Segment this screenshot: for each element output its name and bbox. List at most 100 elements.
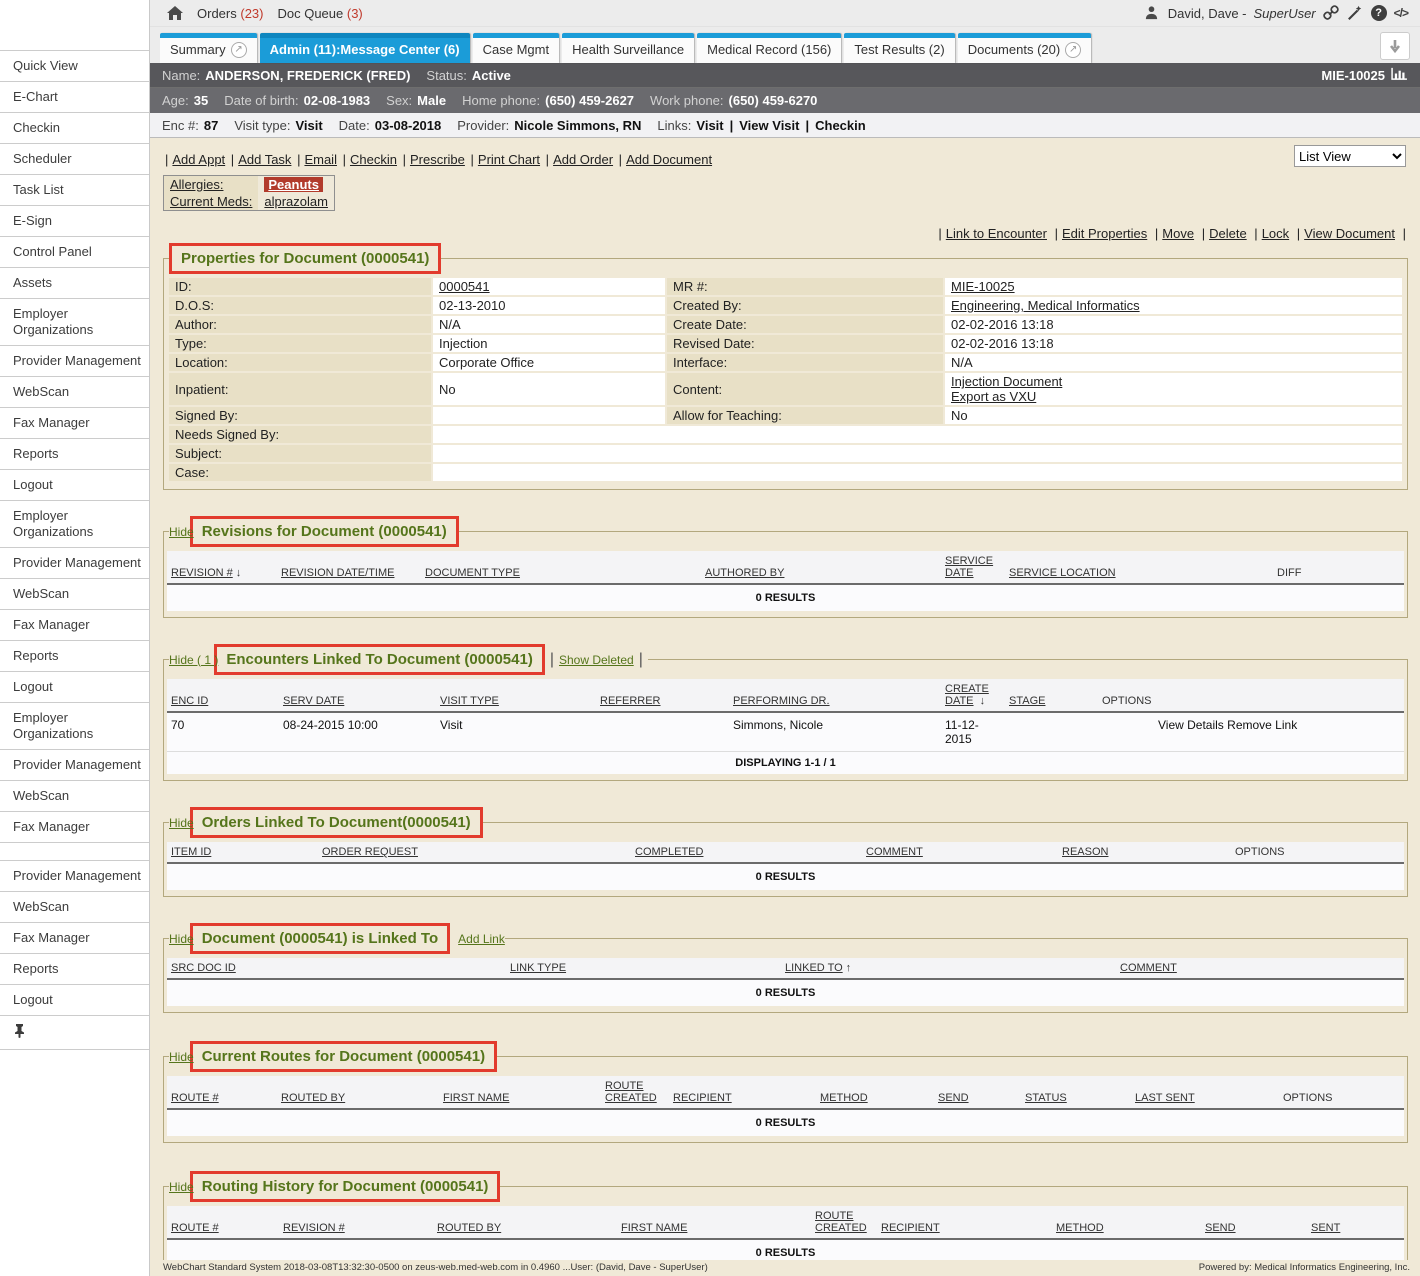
wand-icon[interactable] bbox=[1347, 5, 1364, 22]
med-alprazolam-link[interactable]: alprazolam bbox=[264, 194, 328, 209]
print-chart-link[interactable]: Print Chart bbox=[469, 152, 541, 167]
edit-properties-link[interactable]: Edit Properties bbox=[1051, 226, 1148, 241]
add-appt-link[interactable]: Add Appt bbox=[163, 152, 225, 167]
sidebar-pin-button[interactable] bbox=[0, 1016, 149, 1050]
col-enc-id[interactable]: ENC ID bbox=[171, 695, 208, 707]
col-first-name[interactable]: FIRST NAME bbox=[621, 1222, 687, 1234]
link-icon[interactable] bbox=[1323, 5, 1340, 22]
sidebar-item-provider-management[interactable]: Provider Management bbox=[0, 750, 149, 781]
tab-admin-message-center[interactable]: Admin (11):Message Center (6) bbox=[260, 33, 470, 63]
tab-overflow-button[interactable] bbox=[1380, 32, 1410, 60]
col-service-date[interactable]: SERVICE DATE bbox=[945, 555, 993, 579]
sidebar-item-control-panel[interactable]: Control Panel bbox=[0, 237, 149, 268]
col-last-sent[interactable]: LAST SENT bbox=[1135, 1092, 1195, 1104]
code-icon[interactable]: </> bbox=[1394, 6, 1408, 20]
link-view-visit[interactable]: View Visit bbox=[724, 118, 800, 133]
mr-number-link[interactable]: MIE-10025 bbox=[951, 279, 1015, 294]
col-route-number[interactable]: ROUTE # bbox=[171, 1222, 219, 1234]
col-reason[interactable]: REASON bbox=[1062, 846, 1108, 858]
col-completed[interactable]: COMPLETED bbox=[635, 846, 703, 858]
sidebar-item-provider-management[interactable]: Provider Management bbox=[0, 346, 149, 377]
home-icon[interactable] bbox=[166, 5, 183, 22]
hide-linked-to-link[interactable]: Hide bbox=[169, 932, 194, 946]
col-performing-dr[interactable]: PERFORMING DR. bbox=[733, 695, 830, 707]
popout-icon[interactable]: ↗ bbox=[231, 42, 247, 58]
hide-orders-link[interactable]: Hide bbox=[169, 816, 194, 830]
sidebar-item-e-sign[interactable]: E-Sign bbox=[0, 206, 149, 237]
sidebar-item-logout[interactable]: Logout bbox=[0, 985, 149, 1016]
col-link-type[interactable]: LINK TYPE bbox=[510, 962, 566, 974]
sidebar-item-fax-manager[interactable]: Fax Manager bbox=[0, 812, 149, 843]
hide-encounters-link[interactable]: Hide ( 1 ) bbox=[169, 653, 218, 667]
sidebar-item-employer-organizations[interactable]: Employer Organizations bbox=[0, 501, 149, 548]
allergies-link[interactable]: Allergies: bbox=[170, 177, 223, 192]
sidebar-item-employer-organizations[interactable]: Employer Organizations bbox=[0, 703, 149, 750]
col-sent[interactable]: SENT bbox=[1311, 1222, 1340, 1234]
col-route-created[interactable]: ROUTE CREATED bbox=[815, 1210, 867, 1234]
nav-orders[interactable]: Orders (23) bbox=[197, 6, 263, 21]
col-linked-to[interactable]: LINKED TO bbox=[785, 962, 843, 974]
sidebar-item-e-chart[interactable]: E-Chart bbox=[0, 82, 149, 113]
sidebar-item-webscan[interactable]: WebScan bbox=[0, 377, 149, 408]
email-link[interactable]: Email bbox=[295, 152, 337, 167]
tab-documents[interactable]: Documents (20) ↗ bbox=[958, 33, 1091, 63]
link-checkin[interactable]: Checkin bbox=[799, 118, 865, 133]
injection-document-link[interactable]: Injection Document bbox=[951, 374, 1396, 389]
sidebar-item-logout[interactable]: Logout bbox=[0, 470, 149, 501]
col-item-id[interactable]: ITEM ID bbox=[171, 846, 211, 858]
sidebar-item-webscan[interactable]: WebScan bbox=[0, 781, 149, 812]
col-order-request[interactable]: ORDER REQUEST bbox=[322, 846, 418, 858]
created-by-link[interactable]: Engineering, Medical Informatics bbox=[951, 298, 1140, 313]
sidebar-item-webscan[interactable]: WebScan bbox=[0, 892, 149, 923]
sidebar-item-employer-organizations[interactable]: Employer Organizations bbox=[0, 299, 149, 346]
delete-link[interactable]: Delete bbox=[1198, 226, 1247, 241]
export-as-vxu-link[interactable]: Export as VXU bbox=[951, 389, 1396, 404]
current-meds-link[interactable]: Current Meds: bbox=[170, 194, 252, 209]
popout-icon[interactable]: ↗ bbox=[1065, 42, 1081, 58]
sidebar-item-assets[interactable]: Assets bbox=[0, 268, 149, 299]
col-recipient[interactable]: RECIPIENT bbox=[673, 1092, 732, 1104]
sidebar-item-partial[interactable] bbox=[0, 843, 149, 861]
sidebar-item-reports[interactable]: Reports bbox=[0, 641, 149, 672]
sidebar-item-provider-management[interactable]: Provider Management bbox=[0, 548, 149, 579]
checkin-link[interactable]: Checkin bbox=[341, 152, 397, 167]
link-to-encounter-link[interactable]: Link to Encounter bbox=[934, 226, 1047, 241]
col-route-number[interactable]: ROUTE # bbox=[171, 1092, 219, 1104]
show-deleted-link[interactable]: Show Deleted bbox=[559, 653, 634, 667]
tab-case-mgmt[interactable]: Case Mgmt bbox=[473, 33, 559, 63]
add-link-link[interactable]: Add Link bbox=[458, 932, 505, 946]
link-visit[interactable]: Visit bbox=[696, 118, 723, 133]
sidebar-item-scheduler[interactable]: Scheduler bbox=[0, 144, 149, 175]
col-revision-datetime[interactable]: REVISION DATE/TIME bbox=[281, 567, 394, 579]
hide-revisions-link[interactable]: Hide bbox=[169, 525, 194, 539]
col-method[interactable]: METHOD bbox=[1056, 1222, 1104, 1234]
sidebar-item-reports[interactable]: Reports bbox=[0, 439, 149, 470]
col-first-name[interactable]: FIRST NAME bbox=[443, 1092, 509, 1104]
col-route-created[interactable]: ROUTE CREATED bbox=[605, 1080, 657, 1104]
col-referrer[interactable]: REFERRER bbox=[600, 695, 661, 707]
col-serv-date[interactable]: SERV DATE bbox=[283, 695, 344, 707]
col-service-location[interactable]: SERVICE LOCATION bbox=[1009, 567, 1116, 579]
hide-routes-link[interactable]: Hide bbox=[169, 1050, 194, 1064]
sidebar-item-checkin[interactable]: Checkin bbox=[0, 113, 149, 144]
col-send[interactable]: SEND bbox=[1205, 1222, 1236, 1234]
col-comment[interactable]: COMMENT bbox=[866, 846, 923, 858]
col-stage[interactable]: STAGE bbox=[1009, 695, 1045, 707]
lock-link[interactable]: Lock bbox=[1250, 226, 1289, 241]
sidebar-item-reports[interactable]: Reports bbox=[0, 954, 149, 985]
sidebar-item-task-list[interactable]: Task List bbox=[0, 175, 149, 206]
col-routed-by[interactable]: ROUTED BY bbox=[437, 1222, 501, 1234]
col-authored-by[interactable]: AUTHORED BY bbox=[705, 567, 784, 579]
tab-summary[interactable]: Summary ↗ bbox=[160, 33, 257, 63]
view-details-link[interactable]: View Details bbox=[1158, 718, 1224, 732]
document-id-link[interactable]: 0000541 bbox=[439, 279, 490, 294]
col-recipient[interactable]: RECIPIENT bbox=[881, 1222, 940, 1234]
tab-health-surveillance[interactable]: Health Surveillance bbox=[562, 33, 694, 63]
sidebar-item-quick-view[interactable]: Quick View bbox=[0, 51, 149, 82]
col-routed-by[interactable]: ROUTED BY bbox=[281, 1092, 345, 1104]
col-revision-number[interactable]: REVISION # bbox=[283, 1222, 345, 1234]
help-icon[interactable]: ? bbox=[1371, 5, 1387, 21]
col-send[interactable]: SEND bbox=[938, 1092, 969, 1104]
nav-doc-queue[interactable]: Doc Queue (3) bbox=[277, 6, 362, 21]
col-visit-type[interactable]: VISIT TYPE bbox=[440, 695, 499, 707]
